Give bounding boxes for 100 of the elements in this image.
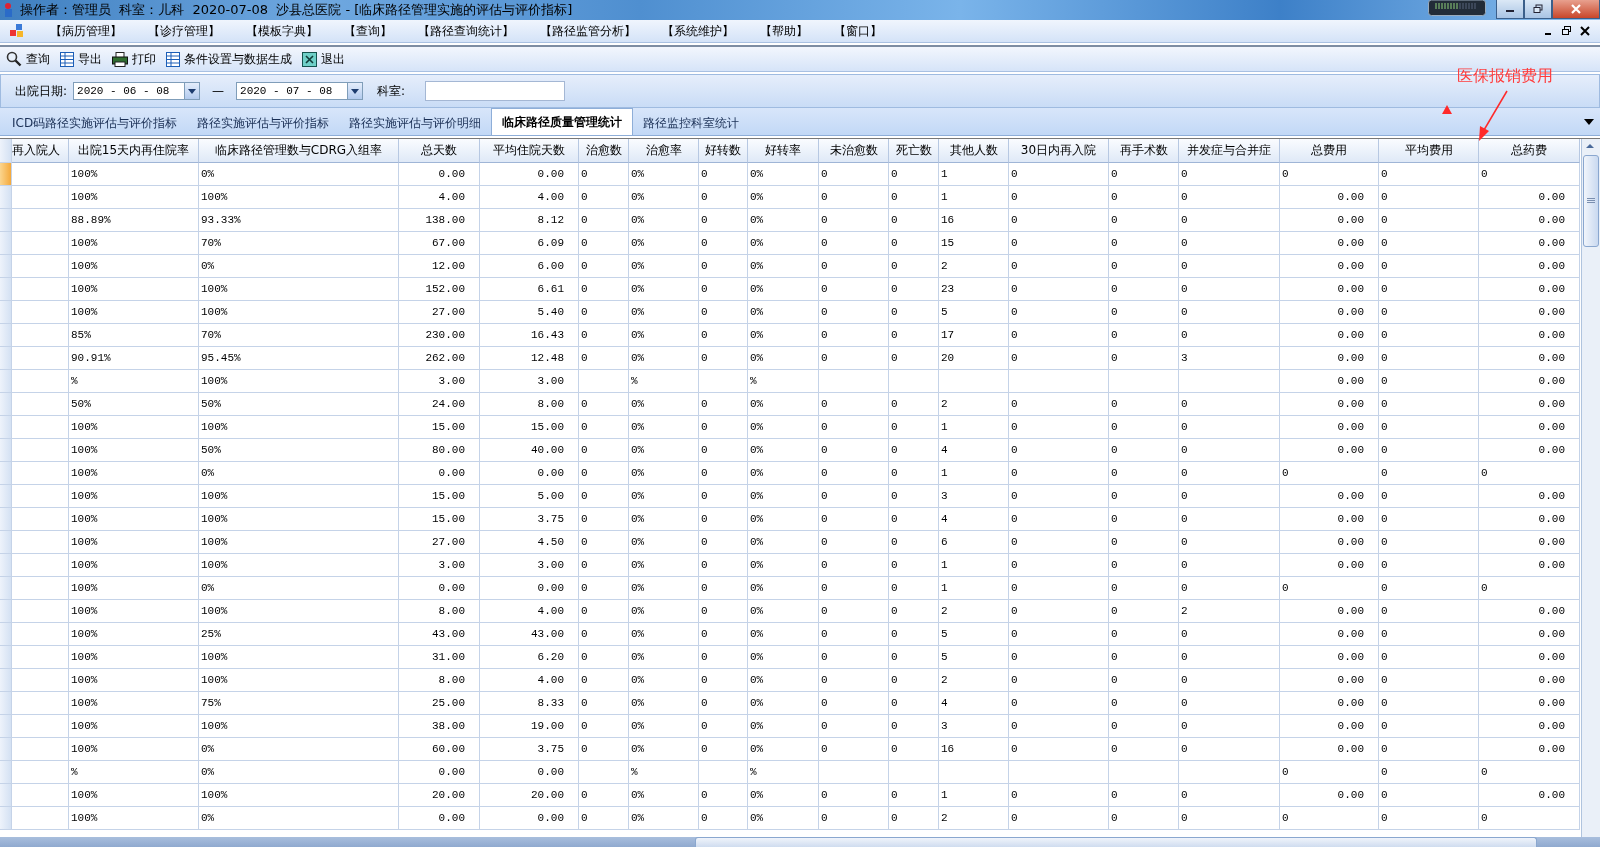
vertical-scrollbar[interactable] — [1581, 139, 1600, 837]
row-indicator[interactable] — [0, 462, 12, 485]
column-header[interactable]: 死亡数 — [889, 139, 939, 163]
restore-button[interactable] — [1524, 0, 1552, 19]
table-cell: 0 — [579, 646, 629, 669]
tab[interactable]: 路径实施评估与评价指标 — [187, 111, 340, 135]
row-indicator[interactable] — [0, 531, 12, 554]
row-indicator[interactable] — [0, 554, 12, 577]
department-field[interactable] — [425, 81, 566, 101]
column-header[interactable]: 好转数 — [699, 139, 748, 163]
toolbar-button[interactable]: 打印 — [112, 50, 156, 68]
row-indicator[interactable] — [0, 347, 12, 370]
minimize-button[interactable] — [1496, 0, 1524, 19]
row-indicator[interactable] — [0, 163, 12, 186]
menu-item[interactable]: 【病历管理】 — [50, 22, 122, 40]
row-indicator[interactable] — [0, 278, 12, 301]
row-indicator[interactable] — [0, 416, 12, 439]
menu-item[interactable]: 【模板字典】 — [246, 22, 318, 40]
column-header[interactable]: 总费用 — [1280, 139, 1379, 163]
tab[interactable]: ICD码路径实施评估与评价指标 — [2, 111, 188, 135]
close-icon[interactable] — [1580, 25, 1590, 37]
table-cell: 15 — [939, 232, 1009, 255]
row-indicator[interactable] — [0, 669, 12, 692]
table-cell: 0.00 — [1479, 393, 1580, 416]
column-header[interactable]: 再手术数 — [1109, 139, 1179, 163]
column-header[interactable]: 总药费 — [1479, 139, 1580, 163]
table-cell: 0.00 — [1479, 370, 1580, 393]
column-header[interactable]: 平均住院天数 — [480, 139, 579, 163]
column-header[interactable]: 未治愈数 — [819, 139, 889, 163]
row-indicator[interactable] — [0, 807, 12, 830]
row-indicator[interactable] — [0, 738, 12, 761]
column-header[interactable]: 平均费用 — [1379, 139, 1479, 163]
column-header[interactable]: 好转率 — [748, 139, 819, 163]
table-cell: 100% — [199, 485, 399, 508]
table-cell: 0.00 — [1280, 692, 1379, 715]
toolbar-button[interactable]: 退出 — [302, 50, 345, 68]
column-header[interactable]: 总天数 — [399, 139, 480, 163]
row-indicator[interactable] — [0, 646, 12, 669]
column-header[interactable]: 30日内再入院 — [1009, 139, 1109, 163]
column-header[interactable]: 出院15天内再住院率 — [69, 139, 199, 163]
menu-item[interactable]: 【路径查询统计】 — [418, 22, 514, 40]
table-cell: 4 — [939, 439, 1009, 462]
restore-icon[interactable] — [1561, 25, 1572, 37]
row-indicator[interactable] — [0, 301, 12, 324]
row-indicator[interactable] — [0, 209, 12, 232]
tab[interactable]: 临床路径质量管理统计 — [491, 108, 634, 135]
toolbar-button[interactable]: 导出 — [60, 50, 102, 68]
row-indicator[interactable] — [0, 255, 12, 278]
row-indicator[interactable] — [0, 324, 12, 347]
table-cell: 0 — [889, 255, 939, 278]
row-indicator[interactable] — [0, 623, 12, 646]
row-indicator[interactable] — [0, 232, 12, 255]
table-cell: 0 — [819, 577, 889, 600]
row-indicator[interactable] — [0, 715, 12, 738]
row-indicator[interactable] — [0, 784, 12, 807]
row-indicator[interactable] — [0, 600, 12, 623]
row-indicator[interactable] — [0, 761, 12, 784]
column-header[interactable]: 治愈数 — [579, 139, 629, 163]
row-indicator[interactable] — [0, 485, 12, 508]
date-picker[interactable]: 2020 - 06 - 08 — [73, 82, 201, 100]
date-picker[interactable]: 2020 - 07 - 08 — [236, 82, 364, 100]
table-cell: 3.00 — [480, 370, 579, 393]
row-indicator[interactable] — [0, 508, 12, 531]
column-header[interactable]: 并发症与合并症 — [1179, 139, 1280, 163]
column-header[interactable]: 治愈率 — [629, 139, 699, 163]
table-cell: 0% — [629, 715, 699, 738]
table-cell: 0 — [819, 807, 889, 830]
menu-item[interactable]: 【查询】 — [344, 22, 392, 40]
table-cell: 0% — [629, 347, 699, 370]
tab[interactable]: 路径实施评估与评价明细 — [339, 111, 492, 135]
app-menu-icon[interactable] — [10, 24, 24, 38]
row-indicator[interactable] — [0, 577, 12, 600]
menu-item[interactable]: 【系统维护】 — [662, 22, 734, 40]
horizontal-scrollbar[interactable] — [0, 837, 1600, 847]
row-indicator[interactable] — [0, 692, 12, 715]
menu-item[interactable]: 【诊疗管理】 — [148, 22, 220, 40]
row-indicator[interactable] — [0, 370, 12, 393]
menu-item[interactable]: 【帮助】 — [760, 22, 808, 40]
menu-item[interactable]: 【窗口】 — [834, 22, 882, 40]
table-cell: 0 — [889, 301, 939, 324]
scrollbar-thumb[interactable] — [1583, 155, 1599, 247]
dropdown-icon[interactable] — [1584, 118, 1594, 125]
row-indicator[interactable] — [0, 186, 12, 209]
column-header[interactable]: 再入院人 — [12, 139, 69, 163]
row-indicator[interactable] — [0, 393, 12, 416]
table-cell: 5.40 — [480, 301, 579, 324]
scrollbar-thumb[interactable] — [695, 837, 1537, 847]
menu-item[interactable]: 【路径监管分析】 — [540, 22, 636, 40]
table-cell: 0.00 — [1479, 508, 1580, 531]
tab[interactable]: 路径监控科室统计 — [633, 111, 750, 135]
table-cell: 0 — [1479, 163, 1580, 186]
table-cell: 0% — [629, 646, 699, 669]
row-indicator[interactable] — [0, 439, 12, 462]
column-header[interactable]: 其他人数 — [939, 139, 1009, 163]
close-button[interactable] — [1552, 0, 1600, 19]
column-header[interactable]: 临床路径管理数与CDRG入组率 — [199, 139, 399, 163]
toolbar-button[interactable]: 查询 — [6, 50, 50, 68]
table-cell: 3 — [939, 715, 1009, 738]
toolbar-button[interactable]: 条件设置与数据生成 — [166, 50, 292, 68]
table-cell: 1 — [939, 577, 1009, 600]
